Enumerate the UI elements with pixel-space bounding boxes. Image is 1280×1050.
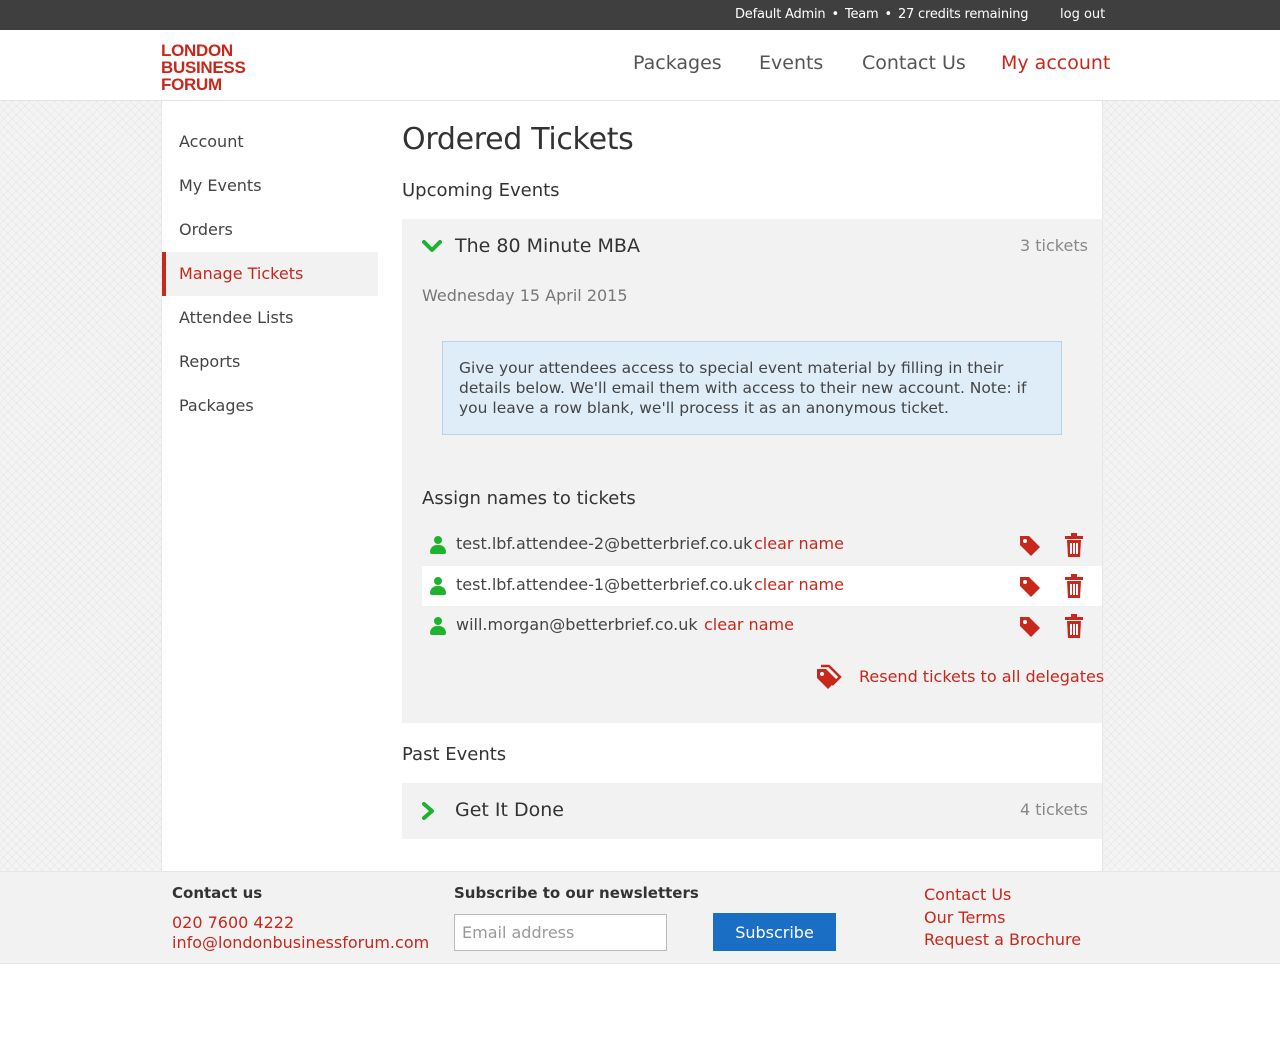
sidebar-item-my-events[interactable]: My Events [162,164,378,208]
site-header: LONDON BUSINESS FORUM Packages Events Co… [0,30,1280,101]
logo-line: BUSINESS [161,58,246,77]
team-name: Team [844,7,879,22]
past-events-heading: Past Events [402,744,507,765]
logo-line: FORUM [161,75,222,94]
chevron-down-icon[interactable] [422,239,442,253]
clear-name-link[interactable]: clear name [754,534,844,553]
user-icon [430,536,446,554]
attendee-row: test.lbf.attendee-1@betterbrief.co.uk cl… [422,566,1102,606]
newsletter-heading: Subscribe to our newsletters [454,884,699,902]
tag-icon[interactable] [1018,614,1042,638]
resend-all-button[interactable]: Resend tickets to all delegates [815,664,1104,696]
contact-heading: Contact us [172,884,263,902]
sidebar-item-manage-tickets[interactable]: Manage Tickets [162,252,378,296]
event-date: Wednesday 15 April 2015 [422,286,628,305]
trash-icon[interactable] [1064,574,1084,598]
separator-dot: • [884,7,893,22]
sidebar-item-attendee-lists[interactable]: Attendee Lists [162,296,378,340]
attendee-email[interactable]: test.lbf.attendee-2@betterbrief.co.uk [456,534,752,553]
chevron-right-icon[interactable] [421,802,435,820]
footer-email[interactable]: info@londonbusinessforum.com [172,933,429,952]
attendee-email[interactable]: will.morgan@betterbrief.co.uk [456,615,698,634]
user-icon [430,577,446,595]
ticket-count: 3 tickets [1020,236,1088,255]
nav-my-account[interactable]: My account [1001,52,1110,74]
nav-contact-us[interactable]: Contact Us [862,52,966,74]
logout-link[interactable]: log out [1060,7,1105,22]
sidebar-item-reports[interactable]: Reports [162,340,378,384]
tag-icon[interactable] [1018,574,1042,598]
attendee-row: test.lbf.attendee-2@betterbrief.co.uk cl… [422,525,1102,565]
resend-tickets-link[interactable]: Resend tickets to all delegates [859,667,1104,686]
footer-brochure-link[interactable]: Request a Brochure [924,930,1081,949]
tags-icon [817,664,842,689]
nav-events[interactable]: Events [759,52,823,74]
user-icon [430,617,446,635]
newsletter-email-input[interactable] [454,914,667,951]
account-info: Default Admin • Team • 27 credits remaining [735,7,1029,22]
assign-names-heading: Assign names to tickets [422,488,636,509]
separator-dot: • [831,7,839,22]
past-ticket-count: 4 tickets [1020,800,1088,819]
site-footer: Contact us 020 7600 4222 info@londonbusi… [0,871,1280,964]
page-title: Ordered Tickets [402,122,634,157]
top-bar: Default Admin • Team • 27 credits remaining … [0,0,1280,30]
trash-icon[interactable] [1064,533,1084,557]
user-name: Default Admin [735,7,826,22]
footer-terms-link[interactable]: Our Terms [924,908,1006,927]
attendee-email[interactable]: test.lbf.attendee-1@betterbrief.co.uk [456,575,752,594]
credits-remaining: 27 credits remaining [897,7,1029,22]
london-business-forum-logo[interactable]: LONDON BUSINESS FORUM [161,42,246,93]
upcoming-events-heading: Upcoming Events [402,180,560,201]
sidebar-item-orders[interactable]: Orders [162,208,378,252]
nav-packages[interactable]: Packages [633,52,722,74]
info-notice: Give your attendees access to special ev… [442,341,1062,435]
clear-name-link[interactable]: clear name [754,575,844,594]
subscribe-button[interactable]: Subscribe [713,913,836,951]
logo-line: LONDON [161,41,233,60]
sidebar-item-packages[interactable]: Packages [162,384,378,428]
trash-icon[interactable] [1064,614,1084,638]
tag-icon[interactable] [1018,533,1042,557]
attendee-row: will.morgan@betterbrief.co.uk clear name [422,606,1102,646]
event-name[interactable]: The 80 Minute MBA [455,235,640,257]
clear-name-link[interactable]: clear name [704,615,794,634]
footer-contact-us-link[interactable]: Contact Us [924,885,1011,904]
sidebar-item-account[interactable]: Account [162,120,378,164]
past-event-name[interactable]: Get It Done [455,799,564,821]
footer-phone[interactable]: 020 7600 4222 [172,913,294,932]
